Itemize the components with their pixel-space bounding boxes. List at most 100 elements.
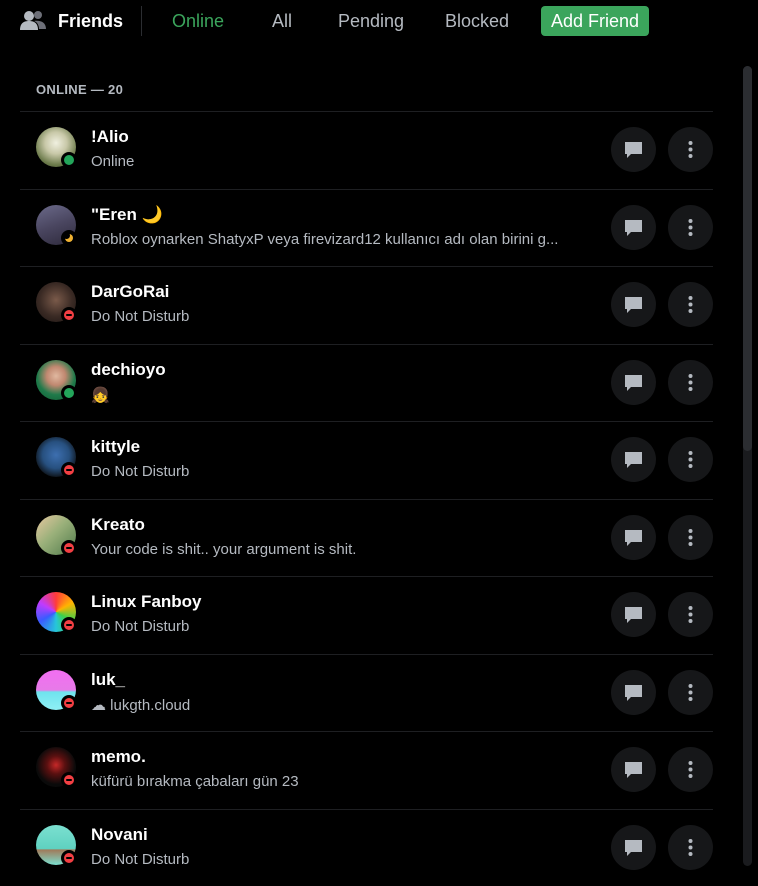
more-vertical-icon bbox=[680, 294, 701, 315]
chat-bubble-icon bbox=[623, 527, 644, 548]
friend-name: Linux Fanboy bbox=[91, 592, 202, 612]
more-vertical-icon bbox=[680, 139, 701, 160]
status-online-icon bbox=[61, 152, 77, 168]
friend-name: "Eren 🌙 bbox=[91, 205, 163, 225]
avatar[interactable] bbox=[36, 670, 76, 710]
more-vertical-icon bbox=[680, 759, 701, 780]
status-dnd-icon bbox=[61, 462, 77, 478]
message-button[interactable] bbox=[611, 670, 656, 715]
friend-status-text: Roblox oynarken ShatyxP veya firevizard1… bbox=[91, 231, 558, 248]
avatar[interactable] bbox=[36, 437, 76, 477]
friend-status-text: 👧 bbox=[91, 386, 110, 404]
friend-name: kittyle bbox=[91, 437, 140, 457]
header-divider bbox=[141, 6, 142, 36]
status-online-icon bbox=[61, 385, 77, 401]
friend-name: !Alio bbox=[91, 127, 129, 147]
friend-row[interactable]: memo. küfürü bırakma çabaları gün 23 bbox=[20, 731, 713, 809]
friend-list: !Alio Online "Eren 🌙 Roblox oynarken Sha… bbox=[20, 111, 713, 886]
friend-status-text: Do Not Disturb bbox=[91, 463, 189, 480]
friend-status-text: Online bbox=[91, 153, 134, 170]
tab-online[interactable]: Online bbox=[172, 10, 224, 32]
message-button[interactable] bbox=[611, 747, 656, 792]
chat-bubble-icon bbox=[623, 604, 644, 625]
message-button[interactable] bbox=[611, 127, 656, 172]
more-options-button[interactable] bbox=[668, 127, 713, 172]
more-options-button[interactable] bbox=[668, 670, 713, 715]
tab-pending[interactable]: Pending bbox=[338, 10, 404, 32]
status-dnd-icon bbox=[61, 540, 77, 556]
avatar[interactable] bbox=[36, 747, 76, 787]
more-options-button[interactable] bbox=[668, 360, 713, 405]
friend-status-text: ☁ lukgth.cloud bbox=[91, 696, 190, 714]
chat-bubble-icon bbox=[623, 449, 644, 470]
status-dnd-icon bbox=[61, 307, 77, 323]
avatar[interactable] bbox=[36, 515, 76, 555]
friend-name: DarGoRai bbox=[91, 282, 169, 302]
friend-name: luk_ bbox=[91, 670, 125, 690]
avatar[interactable] bbox=[36, 127, 76, 167]
more-options-button[interactable] bbox=[668, 437, 713, 482]
friend-row[interactable]: !Alio Online bbox=[20, 111, 713, 189]
tab-blocked[interactable]: Blocked bbox=[445, 10, 509, 32]
message-button[interactable] bbox=[611, 515, 656, 560]
section-header: ONLINE — 20 bbox=[36, 82, 123, 97]
status-dnd-icon bbox=[61, 850, 77, 866]
message-button[interactable] bbox=[611, 282, 656, 327]
message-button[interactable] bbox=[611, 592, 656, 637]
friend-name: memo. bbox=[91, 747, 146, 767]
friend-row[interactable]: luk_ ☁ lukgth.cloud bbox=[20, 654, 713, 732]
message-button[interactable] bbox=[611, 205, 656, 250]
more-vertical-icon bbox=[680, 217, 701, 238]
friend-row[interactable]: Linux Fanboy Do Not Disturb bbox=[20, 576, 713, 654]
more-vertical-icon bbox=[680, 604, 701, 625]
chat-bubble-icon bbox=[623, 372, 644, 393]
more-options-button[interactable] bbox=[668, 282, 713, 327]
more-options-button[interactable] bbox=[668, 747, 713, 792]
chat-bubble-icon bbox=[623, 759, 644, 780]
chat-bubble-icon bbox=[623, 294, 644, 315]
chat-bubble-icon bbox=[623, 682, 644, 703]
add-friend-button[interactable]: Add Friend bbox=[541, 6, 649, 36]
avatar[interactable] bbox=[36, 825, 76, 865]
status-dnd-icon bbox=[61, 772, 77, 788]
message-button[interactable] bbox=[611, 825, 656, 870]
friend-row[interactable]: DarGoRai Do Not Disturb bbox=[20, 266, 713, 344]
friend-status-text: küfürü bırakma çabaları gün 23 bbox=[91, 773, 299, 790]
avatar[interactable] bbox=[36, 205, 76, 245]
message-button[interactable] bbox=[611, 360, 656, 405]
friend-status-text: Do Not Disturb bbox=[91, 308, 189, 325]
status-dnd-icon bbox=[61, 617, 77, 633]
message-button[interactable] bbox=[611, 437, 656, 482]
more-vertical-icon bbox=[680, 837, 701, 858]
top-bar: Friends Online All Pending Blocked Add F… bbox=[0, 0, 758, 42]
more-vertical-icon bbox=[680, 682, 701, 703]
friend-name: Novani bbox=[91, 825, 148, 845]
avatar[interactable] bbox=[36, 592, 76, 632]
friend-row[interactable]: kittyle Do Not Disturb bbox=[20, 421, 713, 499]
friend-row[interactable]: Novani Do Not Disturb bbox=[20, 809, 713, 886]
more-vertical-icon bbox=[680, 527, 701, 548]
status-dnd-icon bbox=[61, 695, 77, 711]
avatar[interactable] bbox=[36, 360, 76, 400]
friend-name: Kreato bbox=[91, 515, 145, 535]
friend-status-text: Do Not Disturb bbox=[91, 851, 189, 868]
more-options-button[interactable] bbox=[668, 825, 713, 870]
tab-all[interactable]: All bbox=[272, 10, 292, 32]
scrollbar-thumb[interactable] bbox=[743, 66, 752, 451]
avatar[interactable] bbox=[36, 282, 76, 322]
page-title: Friends bbox=[58, 10, 123, 32]
chat-bubble-icon bbox=[623, 139, 644, 160]
status-idle-icon bbox=[61, 230, 77, 246]
more-vertical-icon bbox=[680, 449, 701, 470]
friends-icon bbox=[20, 10, 47, 32]
friend-name: dechioyo bbox=[91, 360, 166, 380]
friend-row[interactable]: "Eren 🌙 Roblox oynarken ShatyxP veya fir… bbox=[20, 189, 713, 267]
more-vertical-icon bbox=[680, 372, 701, 393]
friend-status-text: Your code is shit.. your argument is shi… bbox=[91, 541, 356, 558]
friend-row[interactable]: Kreato Your code is shit.. your argument… bbox=[20, 499, 713, 577]
friend-row[interactable]: dechioyo 👧 bbox=[20, 344, 713, 422]
more-options-button[interactable] bbox=[668, 515, 713, 560]
more-options-button[interactable] bbox=[668, 592, 713, 637]
chat-bubble-icon bbox=[623, 217, 644, 238]
more-options-button[interactable] bbox=[668, 205, 713, 250]
